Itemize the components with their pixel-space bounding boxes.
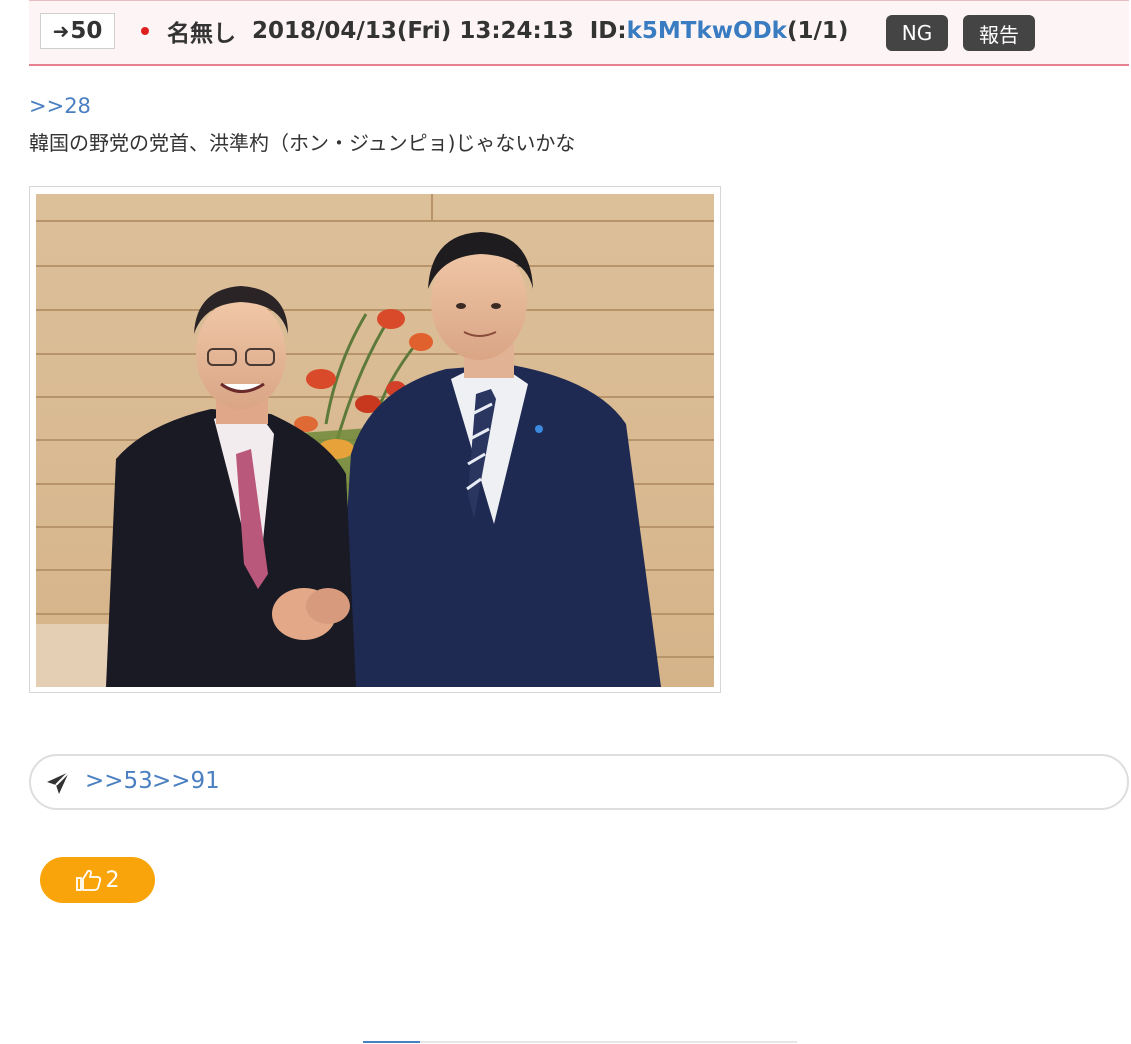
- reply-link[interactable]: >>91: [152, 768, 220, 794]
- reply-list-bar: >>53 >>91: [29, 754, 1129, 810]
- scrollbar-thumb[interactable]: [363, 1041, 420, 1043]
- report-button[interactable]: 報告: [963, 15, 1035, 51]
- post-body: 韓国の野党の党首、洪準杓（ホン・ジュンピョ)じゃないかな: [29, 131, 576, 155]
- poster-name: 名無し: [167, 21, 236, 47]
- paper-plane-icon: [47, 771, 70, 794]
- anchor-link[interactable]: >>28: [29, 94, 91, 118]
- photo-two-men-handshake: [36, 194, 714, 687]
- reply-link[interactable]: >>53: [85, 768, 153, 794]
- post-header: ➜ 50 名無し 2018/04/13(Fri) 13:24:13 ID: k5M…: [29, 0, 1129, 66]
- ng-button[interactable]: NG: [886, 15, 948, 51]
- thumbs-up-icon: [75, 869, 101, 891]
- like-button[interactable]: 2: [40, 857, 155, 903]
- reply-arrow-icon: ➜: [52, 19, 70, 43]
- id-prefix: ID:: [589, 18, 627, 44]
- res-number-button[interactable]: ➜ 50: [40, 13, 115, 49]
- horizontal-scrollbar[interactable]: [363, 1041, 797, 1043]
- res-number: 50: [70, 18, 103, 44]
- like-count: 2: [105, 867, 120, 893]
- post-image[interactable]: [29, 186, 721, 693]
- id-count: (1/1): [786, 18, 849, 44]
- post-meta: 名無し 2018/04/13(Fri) 13:24:13 ID: k5MTkwOD…: [167, 15, 848, 47]
- header-top-divider: [29, 0, 1129, 1]
- poster-id-link[interactable]: k5MTkwODk: [627, 18, 787, 44]
- post-datetime: 2018/04/13(Fri) 13:24:13: [252, 18, 574, 44]
- name-dot-icon: [141, 27, 149, 35]
